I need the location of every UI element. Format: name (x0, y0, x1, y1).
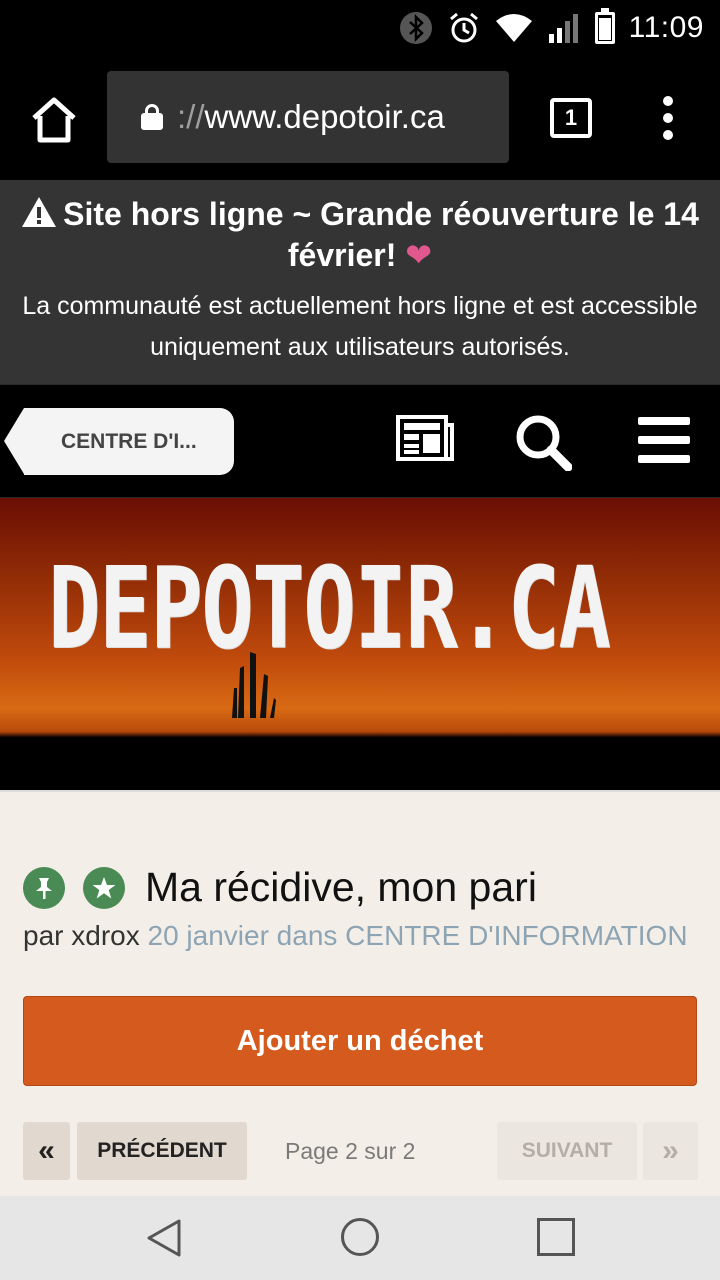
topic-header: Ma récidive, mon pari (23, 864, 537, 911)
home-circle-icon[interactable] (341, 1218, 379, 1256)
notice-text: La communauté est actuellement hors lign… (22, 292, 698, 361)
bluetooth-icon (399, 12, 432, 44)
breadcrumb-label: CENTRE D'I... (61, 429, 197, 453)
last-page-button: » (643, 1122, 698, 1180)
home-icon[interactable] (28, 96, 80, 144)
status-icons: 11:09 (399, 8, 704, 48)
battery-icon (594, 8, 615, 44)
hamburger-menu-icon[interactable] (638, 417, 690, 463)
topic-date-forum[interactable]: 20 janvier dans CENTRE D'INFORMATION (148, 920, 688, 951)
topic-author[interactable]: par xdrox (23, 920, 140, 951)
system-nav-bar (0, 1196, 720, 1280)
search-icon[interactable] (514, 413, 572, 471)
wifi-icon (495, 14, 532, 42)
cactus-silhouette (232, 652, 276, 718)
tab-count: 1 (564, 105, 578, 130)
topic-meta: par xdrox 20 janvier dans CENTRE D'INFOR… (23, 920, 688, 952)
previous-page-button[interactable]: PRÉCÉDENT (77, 1122, 247, 1180)
clock: 11:09 (628, 11, 704, 44)
alarm-icon (449, 12, 478, 43)
url-text: ://www.depotoir.ca (177, 98, 445, 135)
featured-star-icon (83, 866, 125, 909)
notice-title: Site hors ligne ~ Grande réouverture le … (0, 180, 720, 276)
tab-switcher-button[interactable]: 1 (550, 98, 592, 138)
url-bar[interactable]: ://www.depotoir.ca (107, 71, 509, 163)
newspaper-icon[interactable] (396, 415, 454, 461)
topic-content: Ma récidive, mon pari par xdrox 20 janvi… (0, 790, 720, 1196)
recent-apps-icon[interactable] (537, 1218, 575, 1256)
next-page-button: SUIVANT (497, 1122, 637, 1180)
breadcrumb-back[interactable]: CENTRE D'I... (4, 408, 234, 475)
offline-notice: Site hors ligne ~ Grande réouverture le … (0, 180, 720, 384)
browser-menu-icon[interactable] (660, 96, 676, 140)
back-icon[interactable] (146, 1218, 182, 1258)
warning-icon (22, 197, 57, 227)
signal-icon (548, 14, 578, 43)
lock-icon (141, 104, 163, 130)
site-banner: DEPOTOIR.CA (0, 498, 720, 790)
page-indicator[interactable]: Page 2 sur 2 (285, 1138, 415, 1165)
add-reply-button[interactable]: Ajouter un déchet (23, 996, 697, 1086)
site-nav: CENTRE D'I... (0, 384, 720, 498)
pinned-icon (23, 866, 65, 909)
status-bar: 11:09 (0, 0, 720, 56)
browser-toolbar: ://www.depotoir.ca 1 (0, 56, 720, 180)
pagination: « PRÉCÉDENT Page 2 sur 2 SUIVANT » (0, 1122, 720, 1180)
topic-title: Ma récidive, mon pari (145, 864, 537, 910)
heart-icon: ❤ (405, 237, 433, 273)
first-page-button[interactable]: « (23, 1122, 70, 1180)
